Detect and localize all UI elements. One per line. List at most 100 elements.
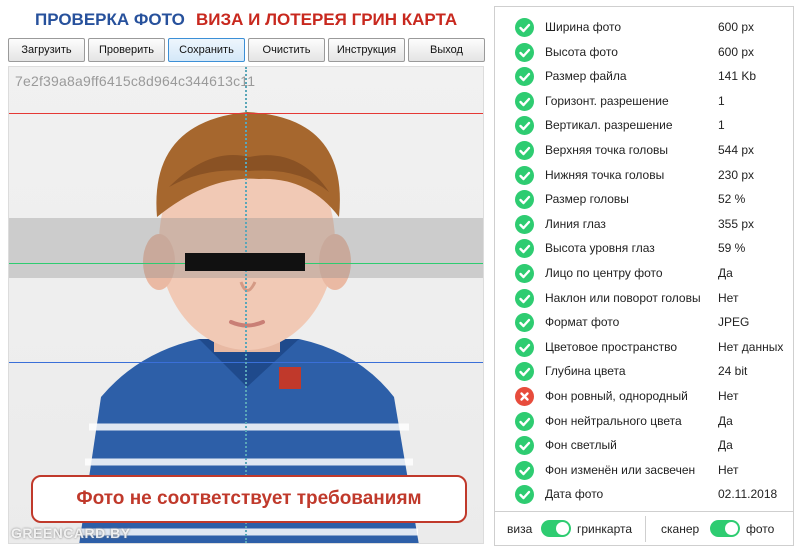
check-circle-icon <box>515 91 534 111</box>
toggle-scanner-label: сканер <box>661 522 700 536</box>
status-message-box: Фото не соответствует требованиям <box>31 475 467 523</box>
check-row: Фон светлый Да <box>495 433 793 458</box>
check-circle-icon <box>515 264 534 283</box>
check-value: 544 px <box>718 143 755 157</box>
check-circle-icon <box>515 485 534 505</box>
check-row: Размер файла 141 Kb <box>495 64 793 89</box>
instructions-button[interactable]: Инструкция <box>328 38 405 62</box>
check-value: 600 px <box>718 44 755 59</box>
load-button[interactable]: Загрузить <box>8 38 85 62</box>
photo-hash: 7e2f39a8a9ff6415c8d964c344613c11 <box>15 73 256 89</box>
center-guide-line <box>245 67 247 543</box>
check-row: Цветовое пространство Нет данных <box>495 335 793 360</box>
check-row: Высота уровня глаз 59 % <box>495 236 793 261</box>
check-row: Фон ровный, однородный Нет <box>495 384 793 409</box>
check-value: Да <box>718 413 733 428</box>
check-label: Нижняя точка головы <box>545 167 665 182</box>
check-circle-icon <box>515 362 534 382</box>
check-circle-icon <box>515 18 534 37</box>
photo-preview[interactable]: 7e2f39a8a9ff6415c8d964c344613c11 Фото не… <box>8 66 484 544</box>
check-label: Фон светлый <box>545 438 617 453</box>
check-row: Дата фото 02.11.2018 <box>495 482 793 507</box>
check-value: Нет <box>718 290 739 305</box>
visa-greencard-switch[interactable] <box>541 520 571 537</box>
check-circle-icon <box>515 239 534 259</box>
check-label: Цветовое пространство <box>545 339 678 354</box>
check-circle-icon <box>515 436 534 456</box>
check-label: Фон ровный, однородный <box>545 389 688 403</box>
check-circle-icon <box>515 313 534 333</box>
check-circle-icon <box>515 116 534 136</box>
check-value: 24 bit <box>718 364 748 379</box>
check-value: 1 <box>718 118 725 133</box>
check-label: Размер файла <box>545 69 627 84</box>
check-circle-icon <box>515 165 534 185</box>
check-row: Глубина цвета 24 bit <box>495 359 793 384</box>
save-button[interactable]: Сохранить <box>168 38 245 62</box>
check-label: Высота уровня глаз <box>545 241 655 256</box>
check-label: Высота фото <box>545 44 618 59</box>
check-row: Горизонт. разрешение 1 <box>495 89 793 114</box>
check-value: Нет данных <box>718 339 784 354</box>
app-title: ПРОВЕРКА ФОТО ВИЗА И ЛОТЕРЕЯ ГРИН КАРТА <box>0 6 490 32</box>
check-circle-icon <box>515 337 534 357</box>
check-circle-icon <box>515 67 534 87</box>
check-label: Лицо по центру фото <box>545 266 663 280</box>
check-row: Верхняя точка головы 544 px <box>495 138 793 163</box>
eye-privacy-bar <box>185 253 305 271</box>
check-value: 1 <box>718 93 725 108</box>
check-value: 02.11.2018 <box>718 487 778 502</box>
title-visa-lottery: ВИЗА И ЛОТЕРЕЯ ГРИН КАРТА <box>196 10 458 29</box>
check-circle-icon <box>515 214 534 234</box>
check-circle-icon <box>515 411 534 431</box>
check-row: Вертикал. разрешение 1 <box>495 113 793 138</box>
check-value: 52 % <box>718 192 746 207</box>
check-circle-icon <box>515 460 534 480</box>
check-value: 59 % <box>718 241 746 256</box>
check-label: Горизонт. разрешение <box>545 93 669 108</box>
check-circle-icon <box>515 141 534 160</box>
check-row: Нижняя точка головы 230 px <box>495 163 793 188</box>
check-label: Линия глаз <box>545 216 606 231</box>
check-value: Нет <box>718 462 739 477</box>
status-message: Фото не соответствует требованиям <box>76 488 422 509</box>
check-label: Формат фото <box>545 315 620 330</box>
clear-button[interactable]: Очистить <box>248 38 325 62</box>
site-watermark: GREENCARD.BY <box>11 525 131 541</box>
check-value: 141 Kb <box>718 69 757 84</box>
check-label: Фон нейтрального цвета <box>545 413 682 428</box>
check-row: Лицо по центру фото Да <box>495 261 793 286</box>
title-photo-check: ПРОВЕРКА ФОТО <box>35 10 185 29</box>
check-row: Фон изменён или засвечен Нет <box>495 458 793 483</box>
checks-panel: Ширина фото 600 px Высота фото 600 px Размер… <box>494 6 794 512</box>
check-circle-icon <box>515 190 534 210</box>
check-label: Размер головы <box>545 192 629 207</box>
check-value: 600 px <box>718 20 755 34</box>
toolbar: Загрузить Проверить Сохранить Очистить И… <box>8 38 486 62</box>
exit-button[interactable]: Выход <box>408 38 485 62</box>
check-value: JPEG <box>718 315 750 330</box>
toggle-visa-label: виза <box>507 522 533 536</box>
check-row: Формат фото JPEG <box>495 310 793 335</box>
check-label: Фон изменён или засвечен <box>545 462 696 477</box>
toggle-greencard-label: гринкарта <box>577 522 633 536</box>
check-circle-icon <box>515 42 534 62</box>
toggle-divider <box>645 516 646 542</box>
check-button[interactable]: Проверить <box>88 38 165 62</box>
check-label: Дата фото <box>545 487 604 502</box>
check-value: 230 px <box>718 167 755 182</box>
check-label: Наклон или поворот головы <box>545 290 701 305</box>
check-value: 355 px <box>718 216 755 231</box>
check-row: Линия глаз 355 px <box>495 212 793 237</box>
check-row: Наклон или поворот головы Нет <box>495 286 793 311</box>
check-value: Да <box>718 266 733 280</box>
scanner-photo-switch[interactable] <box>710 520 740 537</box>
check-label: Вертикал. разрешение <box>545 118 673 133</box>
check-label: Ширина фото <box>545 20 622 34</box>
mode-toggles: виза гринкарта сканер фото <box>494 512 794 546</box>
check-row: Размер головы 52 % <box>495 187 793 212</box>
check-value: Да <box>718 438 733 453</box>
check-value: Нет <box>718 389 739 403</box>
check-row: Ширина фото 600 px <box>495 15 793 40</box>
check-label: Глубина цвета <box>545 364 626 379</box>
